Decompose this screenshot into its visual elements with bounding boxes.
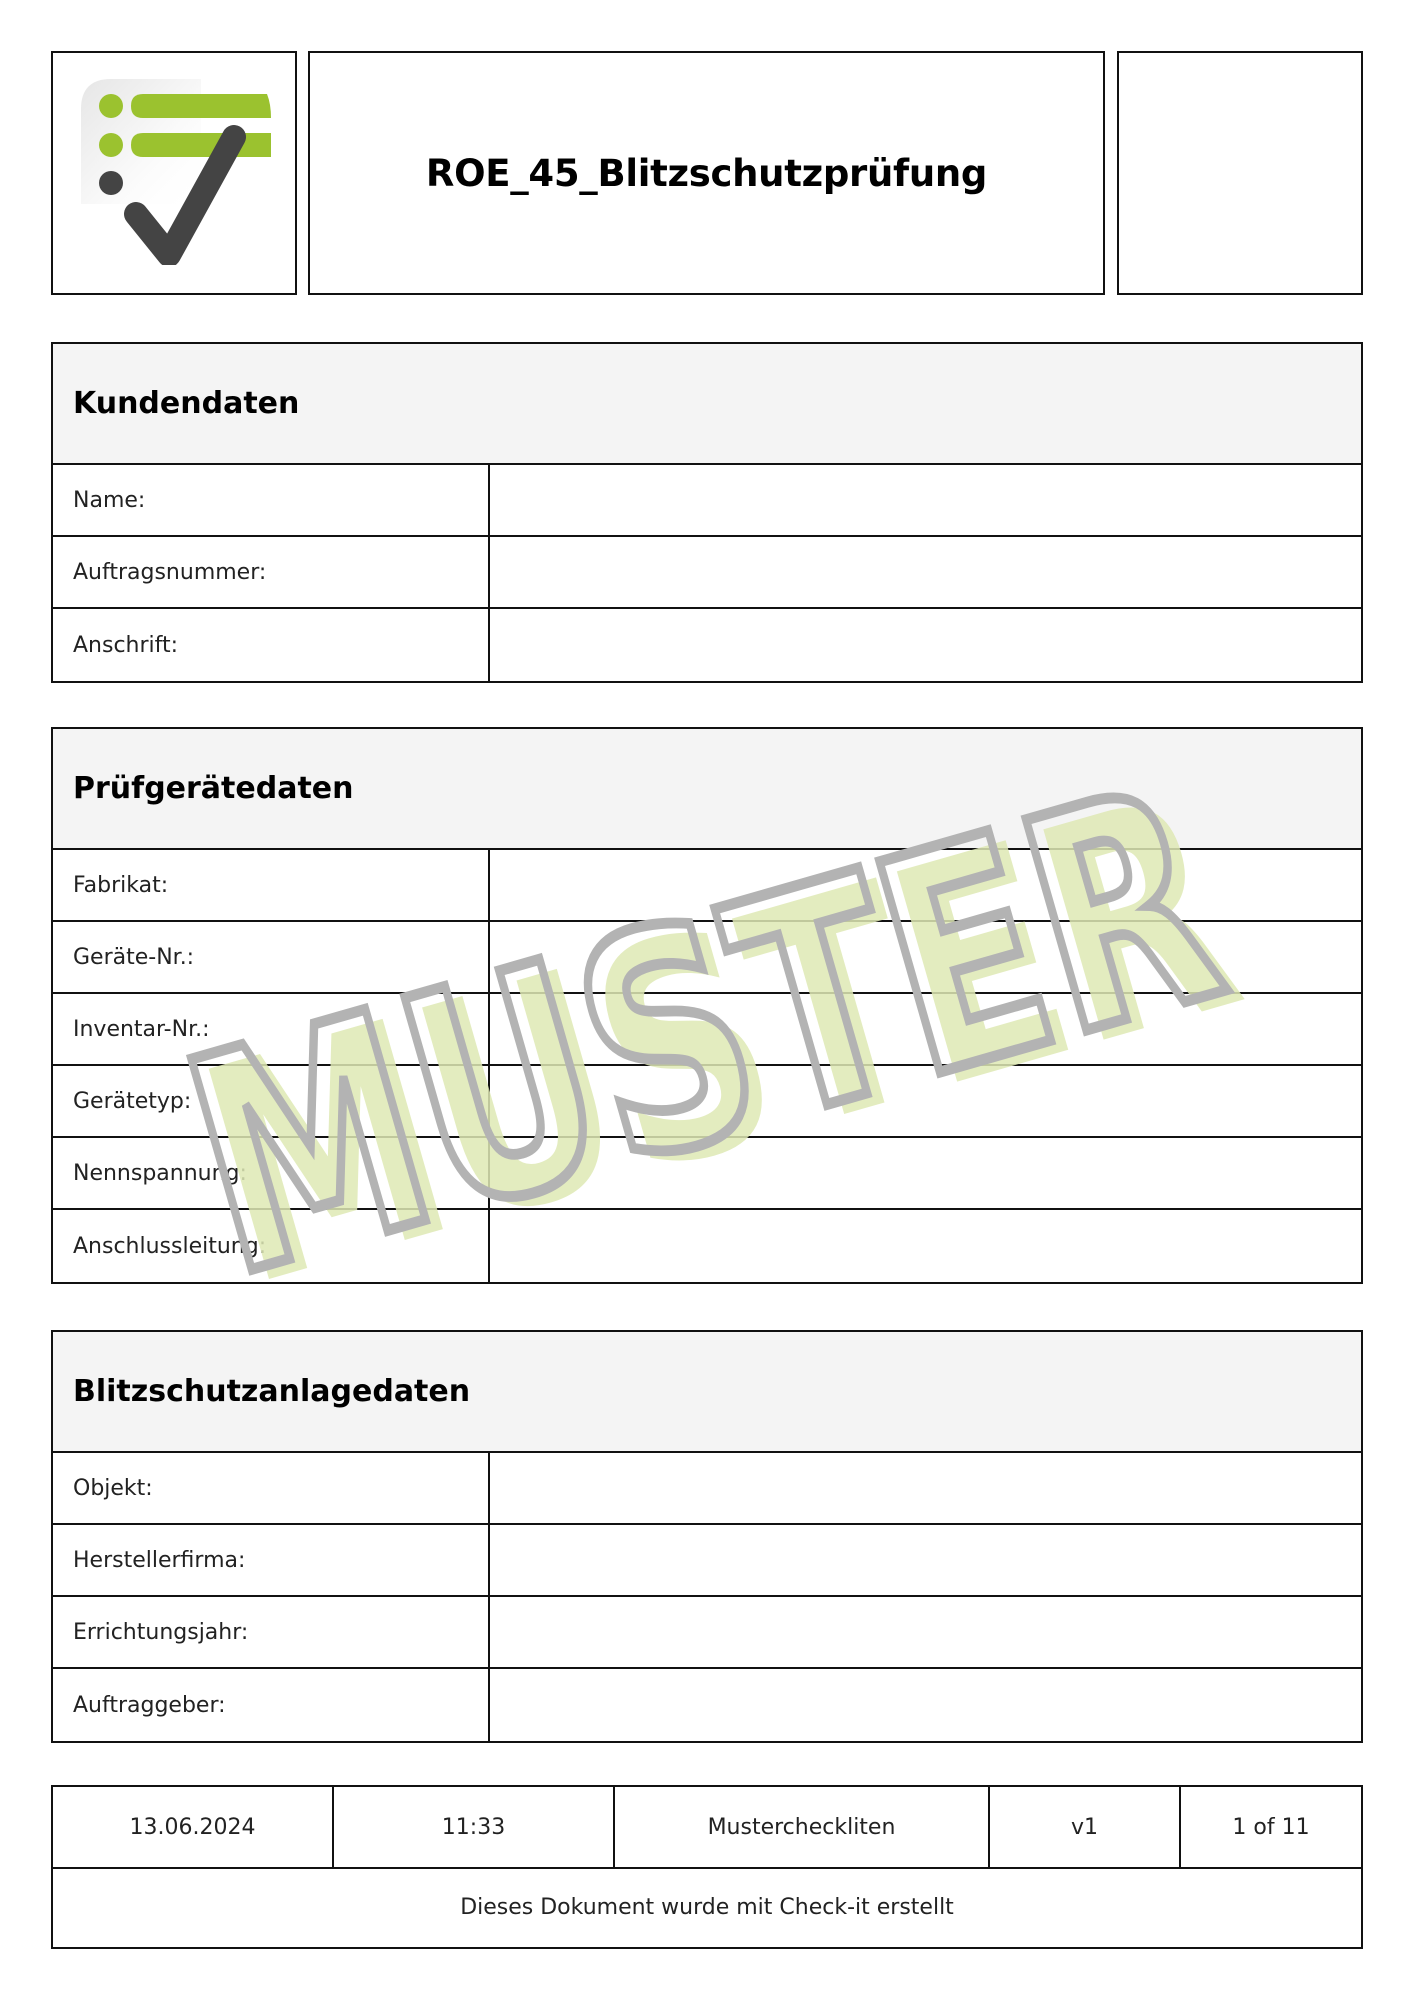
field-label-objekt: Objekt: bbox=[53, 1453, 490, 1523]
field-label-errichtungsjahr: Errichtungsjahr: bbox=[53, 1597, 490, 1667]
table-row: Nennspannung: bbox=[53, 1138, 1361, 1210]
field-value-geraetetyp[interactable] bbox=[490, 1066, 1361, 1136]
field-label-auftragsnummer: Auftragsnummer: bbox=[53, 537, 490, 607]
footer-date: 13.06.2024 bbox=[53, 1787, 334, 1867]
document-footer: 13.06.2024 11:33 Mustercheckliten v1 1 o… bbox=[51, 1785, 1363, 1949]
field-label-fabrikat: Fabrikat: bbox=[53, 850, 490, 920]
table-row: Geräte-Nr.: bbox=[53, 922, 1361, 994]
table-row: Auftragsnummer: bbox=[53, 537, 1361, 609]
section-header: Kundendaten bbox=[53, 344, 1361, 465]
field-label-geraete-nr: Geräte-Nr.: bbox=[53, 922, 490, 992]
section-blitzschutzanlagedaten: Blitzschutzanlagedaten Objekt: Herstelle… bbox=[51, 1330, 1363, 1743]
table-row: Herstellerfirma: bbox=[53, 1525, 1361, 1597]
footer-meta-row: 13.06.2024 11:33 Mustercheckliten v1 1 o… bbox=[53, 1787, 1361, 1869]
section-title: Blitzschutzanlagedaten bbox=[73, 1374, 471, 1409]
field-label-anschlussleitung: Anschlussleitung: bbox=[53, 1210, 490, 1282]
footer-page-number: 1 of 11 bbox=[1232, 1814, 1310, 1840]
footer-folder: Mustercheckliten bbox=[615, 1787, 990, 1867]
field-label-nennspannung: Nennspannung: bbox=[53, 1138, 490, 1208]
field-value-auftraggeber[interactable] bbox=[490, 1669, 1361, 1741]
header-right-box bbox=[1117, 51, 1363, 295]
section-title: Prüfgerätedaten bbox=[73, 771, 354, 806]
field-value-fabrikat[interactable] bbox=[490, 850, 1361, 920]
table-row: Anschlussleitung: bbox=[53, 1210, 1361, 1282]
title-box: ROE_45_Blitzschutzprüfung bbox=[308, 51, 1105, 295]
field-value-anschlussleitung[interactable] bbox=[490, 1210, 1361, 1282]
table-row: Anschrift: bbox=[53, 609, 1361, 681]
table-row: Name: bbox=[53, 465, 1361, 537]
field-value-objekt[interactable] bbox=[490, 1453, 1361, 1523]
field-label-auftraggeber: Auftraggeber: bbox=[53, 1669, 490, 1741]
field-value-geraete-nr[interactable] bbox=[490, 922, 1361, 992]
field-value-anschrift[interactable] bbox=[490, 609, 1361, 681]
footer-time: 11:33 bbox=[334, 1787, 615, 1867]
checklist-logo-icon bbox=[81, 79, 271, 265]
section-kundendaten: Kundendaten Name: Auftragsnummer: Anschr… bbox=[51, 342, 1363, 683]
document-title: ROE_45_Blitzschutzprüfung bbox=[425, 151, 988, 195]
section-header: Prüfgerätedaten bbox=[53, 729, 1361, 850]
table-row: Errichtungsjahr: bbox=[53, 1597, 1361, 1669]
field-label-anschrift: Anschrift: bbox=[53, 609, 490, 681]
field-label-inventar-nr: Inventar-Nr.: bbox=[53, 994, 490, 1064]
section-pruefgeraetedaten: Prüfgerätedaten Fabrikat: Geräte-Nr.: In… bbox=[51, 727, 1363, 1284]
field-label-name: Name: bbox=[53, 465, 490, 535]
field-value-errichtungsjahr[interactable] bbox=[490, 1597, 1361, 1667]
section-title: Kundendaten bbox=[73, 386, 300, 421]
table-row: Inventar-Nr.: bbox=[53, 994, 1361, 1066]
logo-box bbox=[51, 51, 297, 295]
field-value-nennspannung[interactable] bbox=[490, 1138, 1361, 1208]
field-value-auftragsnummer[interactable] bbox=[490, 537, 1361, 607]
field-value-name[interactable] bbox=[490, 465, 1361, 535]
footer-note: Dieses Dokument wurde mit Check-it erste… bbox=[460, 1895, 954, 1920]
footer-version: v1 bbox=[990, 1787, 1181, 1867]
section-header: Blitzschutzanlagedaten bbox=[53, 1332, 1361, 1453]
table-row: Gerätetyp: bbox=[53, 1066, 1361, 1138]
field-value-herstellerfirma[interactable] bbox=[490, 1525, 1361, 1595]
table-row: Objekt: bbox=[53, 1453, 1361, 1525]
field-label-geraetetyp: Gerätetyp: bbox=[53, 1066, 490, 1136]
field-value-inventar-nr[interactable] bbox=[490, 994, 1361, 1064]
field-label-herstellerfirma: Herstellerfirma: bbox=[53, 1525, 490, 1595]
table-row: Fabrikat: bbox=[53, 850, 1361, 922]
table-row: Auftraggeber: bbox=[53, 1669, 1361, 1741]
